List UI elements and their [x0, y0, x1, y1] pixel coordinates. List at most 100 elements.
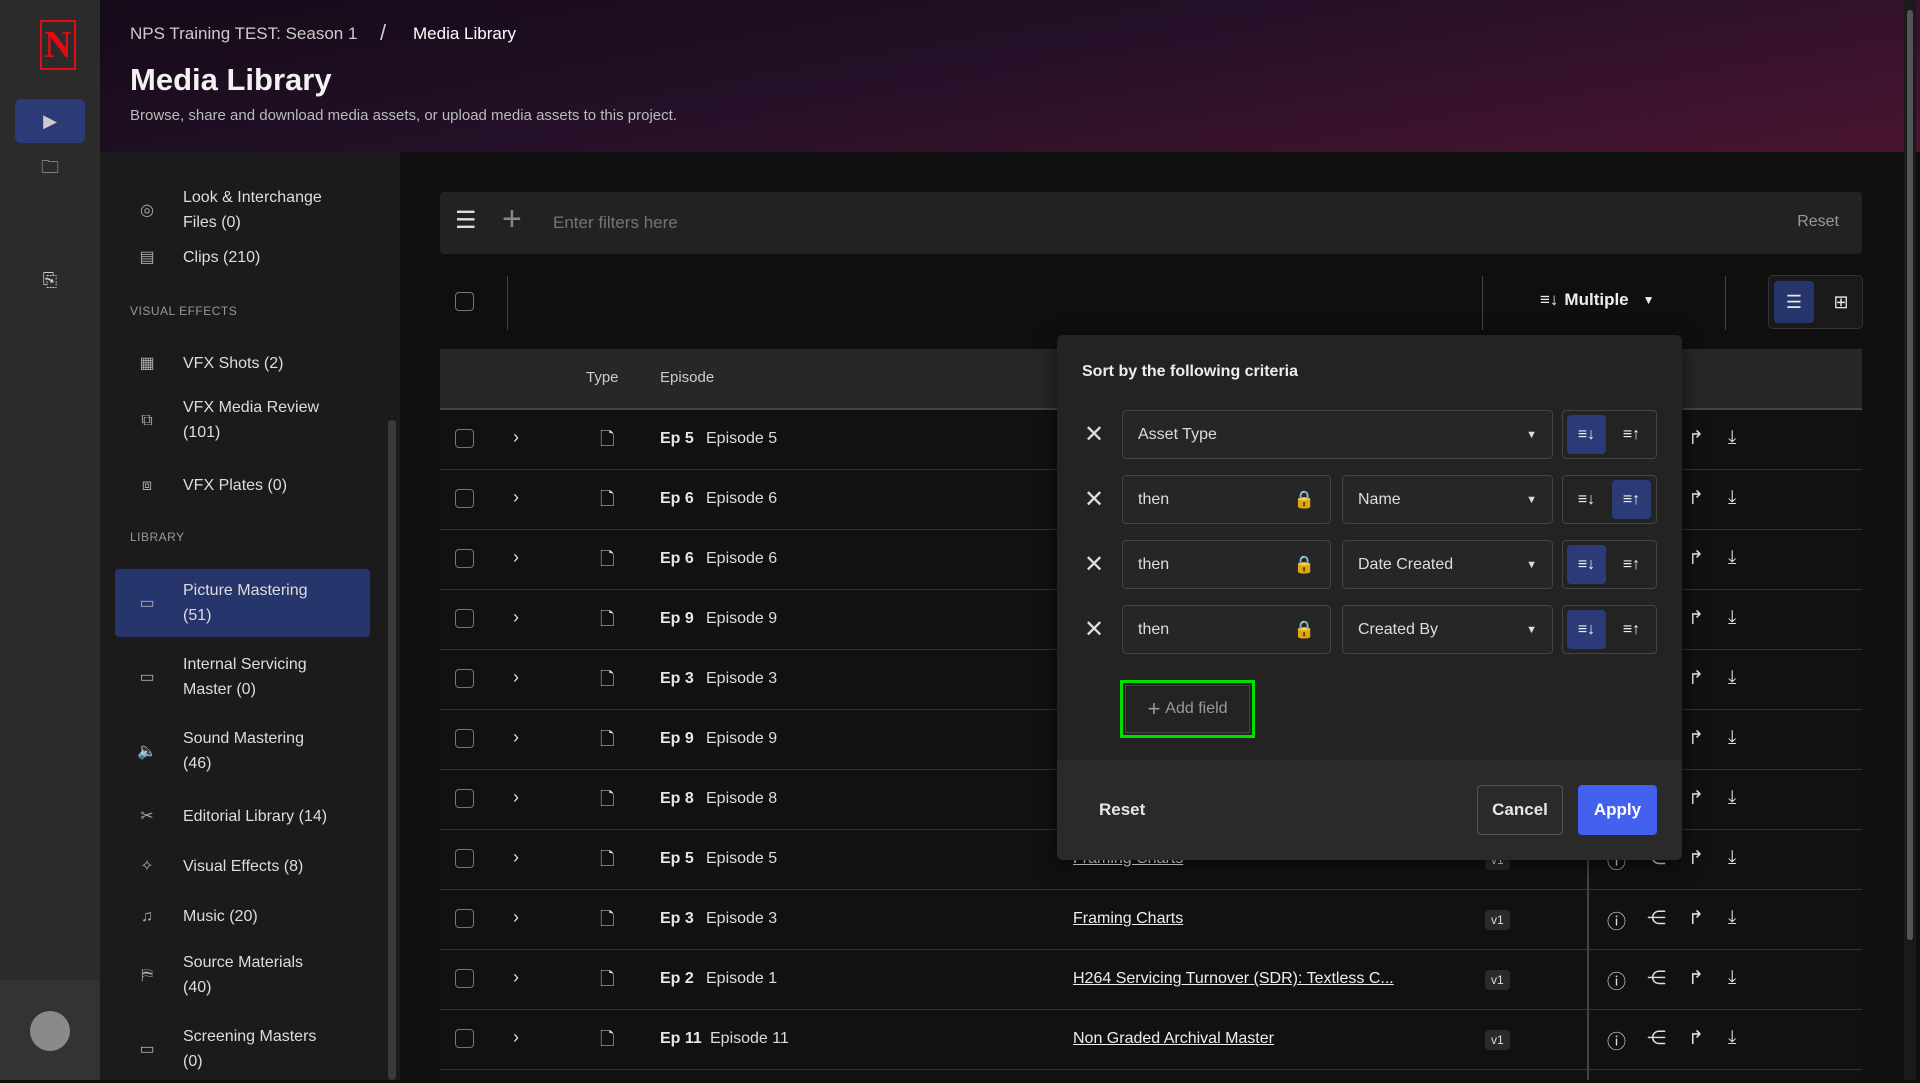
- row-checkbox[interactable]: [455, 849, 474, 868]
- sort-descending-icon[interactable]: ≡↓: [1567, 415, 1606, 454]
- sidebar-item[interactable]: ▦ VFX Shots (2): [115, 338, 370, 388]
- sort-field-select[interactable]: Name ▼: [1342, 475, 1553, 524]
- share-icon[interactable]: ⋲: [1647, 907, 1666, 930]
- share-icon[interactable]: ⋲: [1647, 967, 1666, 990]
- download-icon[interactable]: ⤓: [1728, 487, 1736, 509]
- sidebar-item[interactable]: 🔈 Sound Mastering (46): [115, 717, 370, 785]
- table-row[interactable]: › 🗋 Ep 2 Episode 1 H264 Servicing Turnover (…: [440, 950, 1862, 1010]
- row-checkbox[interactable]: [455, 549, 474, 568]
- sidebar-item[interactable]: ⛿ Source Materials (40): [115, 941, 370, 1009]
- row-checkbox[interactable]: [455, 1029, 474, 1048]
- breadcrumb-project[interactable]: NPS Training TEST: Season 1: [130, 24, 357, 44]
- sidebar-item[interactable]: ▤ Clips (210): [115, 232, 370, 282]
- download-icon[interactable]: ⤓: [1728, 847, 1736, 869]
- download-icon[interactable]: ⤓: [1728, 727, 1736, 749]
- download-icon[interactable]: ⤓: [1728, 967, 1736, 989]
- remove-criterion-icon[interactable]: ✕: [1084, 550, 1104, 579]
- sidebar-item[interactable]: ▭ Internal Servicing Master (0): [115, 643, 370, 711]
- expand-chevron-icon[interactable]: ›: [513, 1027, 519, 1048]
- remove-criterion-icon[interactable]: ✕: [1084, 485, 1104, 514]
- forward-icon[interactable]: ↱: [1688, 487, 1704, 510]
- forward-icon[interactable]: ↱: [1688, 967, 1704, 990]
- expand-chevron-icon[interactable]: ›: [513, 607, 519, 628]
- info-icon[interactable]: ⓘ: [1607, 907, 1626, 934]
- expand-chevron-icon[interactable]: ›: [513, 907, 519, 928]
- row-checkbox[interactable]: [455, 969, 474, 988]
- forward-icon[interactable]: ↱: [1688, 907, 1704, 930]
- select-all-checkbox[interactable]: [455, 292, 474, 311]
- sort-dropdown[interactable]: ≡↓ Multiple ▼: [1540, 290, 1655, 310]
- column-header-episode[interactable]: Episode: [660, 369, 714, 386]
- sort-field-select[interactable]: Date Created ▼: [1342, 540, 1553, 589]
- add-filter-icon[interactable]: +: [502, 200, 522, 239]
- download-icon[interactable]: ⤓: [1728, 547, 1736, 569]
- row-checkbox[interactable]: [455, 609, 474, 628]
- sidebar-item[interactable]: ✧ Visual Effects (8): [115, 841, 370, 891]
- row-checkbox[interactable]: [455, 789, 474, 808]
- sort-descending-icon[interactable]: ≡↓: [1567, 480, 1606, 519]
- info-icon[interactable]: ⓘ: [1607, 1027, 1626, 1054]
- download-icon[interactable]: ⤓: [1728, 667, 1736, 689]
- filter-reset-button[interactable]: Reset: [1797, 213, 1839, 231]
- column-header-type[interactable]: Type: [586, 369, 619, 386]
- grid-view-icon[interactable]: ⊞: [1821, 281, 1861, 323]
- filter-icon[interactable]: ☰: [455, 206, 477, 235]
- sidebar-item[interactable]: ⧈ VFX Plates (0): [115, 460, 370, 510]
- sidebar-item[interactable]: ▭ Picture Mastering (51): [115, 569, 370, 637]
- download-icon[interactable]: ⤓: [1728, 787, 1736, 809]
- row-checkbox[interactable]: [455, 909, 474, 928]
- sidebar-item[interactable]: ▭ Screening Masters (0): [115, 1015, 370, 1083]
- asset-name-link[interactable]: Framing Charts: [1073, 910, 1183, 928]
- expand-chevron-icon[interactable]: ›: [513, 727, 519, 748]
- download-icon[interactable]: ⤓: [1728, 907, 1736, 929]
- share-icon[interactable]: ⋲: [1647, 1027, 1666, 1050]
- sort-field-select[interactable]: Asset Type ▼: [1122, 410, 1553, 459]
- asset-name-link[interactable]: Non Graded Archival Master: [1073, 1030, 1274, 1048]
- sort-ascending-icon[interactable]: ≡↑: [1612, 610, 1651, 649]
- export-nav-button[interactable]: ⎘: [15, 258, 85, 302]
- download-icon[interactable]: ⤓: [1728, 607, 1736, 629]
- expand-chevron-icon[interactable]: ›: [513, 967, 519, 988]
- cancel-button[interactable]: Cancel: [1477, 785, 1563, 835]
- media-library-nav-button[interactable]: ▶: [15, 99, 85, 143]
- expand-chevron-icon[interactable]: ›: [513, 487, 519, 508]
- sort-field-select[interactable]: Created By ▼: [1342, 605, 1553, 654]
- info-icon[interactable]: ⓘ: [1607, 967, 1626, 994]
- sort-descending-icon[interactable]: ≡↓: [1567, 610, 1606, 649]
- row-checkbox[interactable]: [455, 729, 474, 748]
- sidebar-item[interactable]: ⧉ VFX Media Review (101): [115, 386, 370, 454]
- expand-chevron-icon[interactable]: ›: [513, 427, 519, 448]
- table-row[interactable]: › 🗋 Ep 3 Episode 3 Framing Charts v1 ⓘ ⋲ ↱ ⤓: [440, 890, 1862, 950]
- expand-chevron-icon[interactable]: ›: [513, 847, 519, 868]
- page-scrollbar[interactable]: [1904, 0, 1916, 1080]
- expand-chevron-icon[interactable]: ›: [513, 787, 519, 808]
- remove-criterion-icon[interactable]: ✕: [1084, 420, 1104, 449]
- forward-icon[interactable]: ↱: [1688, 727, 1704, 750]
- apply-button[interactable]: Apply: [1578, 785, 1657, 835]
- forward-icon[interactable]: ↱: [1688, 1027, 1704, 1050]
- forward-icon[interactable]: ↱: [1688, 667, 1704, 690]
- expand-chevron-icon[interactable]: ›: [513, 667, 519, 688]
- forward-icon[interactable]: ↱: [1688, 427, 1704, 450]
- expand-chevron-icon[interactable]: ›: [513, 547, 519, 568]
- add-field-button[interactable]: + Add field: [1125, 685, 1250, 733]
- sidebar-item[interactable]: ✂ Editorial Library (14): [115, 791, 370, 841]
- row-checkbox[interactable]: [455, 669, 474, 688]
- asset-name-link[interactable]: H264 Servicing Turnover (SDR): Textless …: [1073, 970, 1394, 988]
- avatar[interactable]: [30, 1011, 70, 1051]
- files-nav-button[interactable]: 🗀: [15, 148, 85, 192]
- table-row[interactable]: › 🗋 Ep 11 Episode 11 Non Graded Archival Mas…: [440, 1010, 1862, 1070]
- sort-reset-button[interactable]: Reset: [1099, 800, 1145, 820]
- sort-ascending-icon[interactable]: ≡↑: [1612, 545, 1651, 584]
- list-view-icon[interactable]: ☰: [1774, 281, 1814, 323]
- download-icon[interactable]: ⤓: [1728, 427, 1736, 449]
- sidebar-scrollbar[interactable]: [388, 420, 396, 1080]
- forward-icon[interactable]: ↱: [1688, 787, 1704, 810]
- forward-icon[interactable]: ↱: [1688, 847, 1704, 870]
- sort-descending-icon[interactable]: ≡↓: [1567, 545, 1606, 584]
- sort-ascending-icon[interactable]: ≡↑: [1612, 480, 1651, 519]
- filter-input[interactable]: [553, 208, 1653, 238]
- remove-criterion-icon[interactable]: ✕: [1084, 615, 1104, 644]
- row-checkbox[interactable]: [455, 429, 474, 448]
- forward-icon[interactable]: ↱: [1688, 547, 1704, 570]
